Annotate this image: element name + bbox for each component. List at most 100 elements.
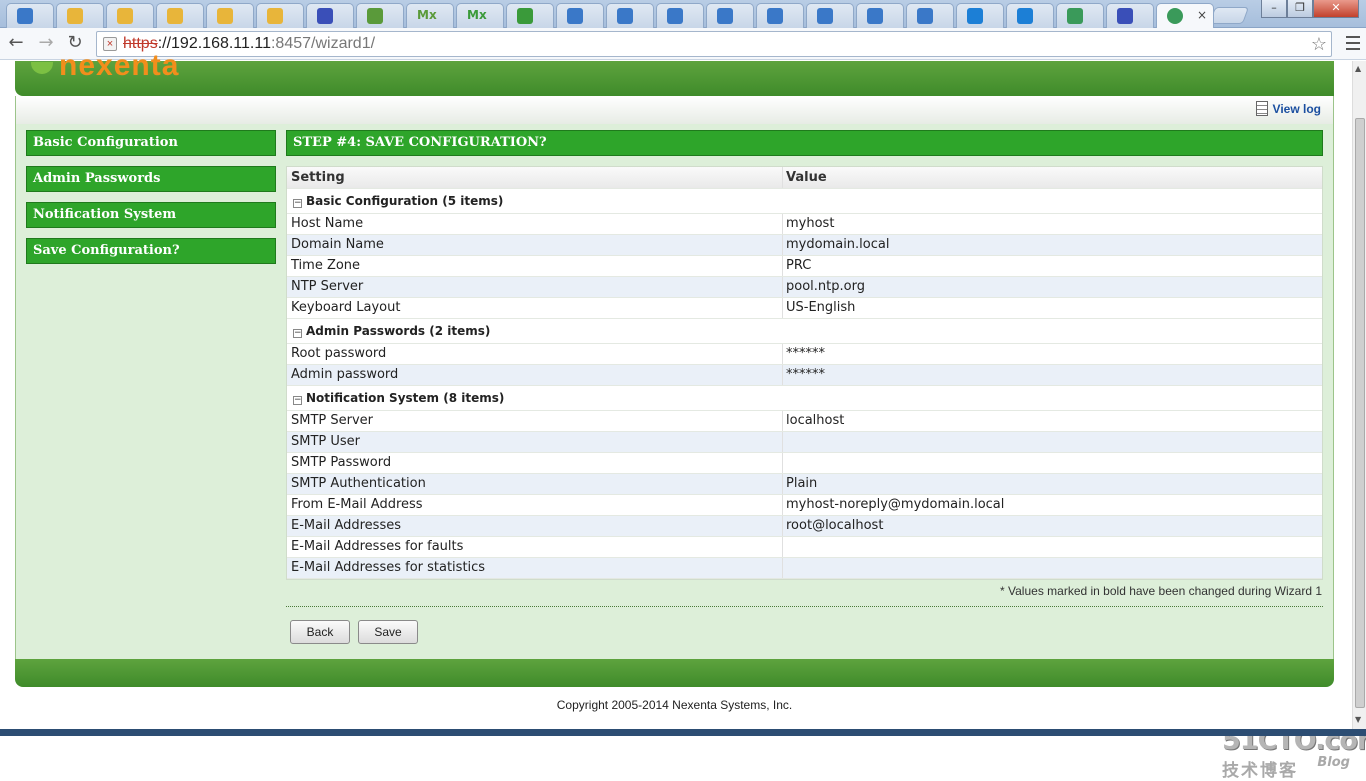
table-row: E-Mail Addresses root@localhost: [287, 516, 1322, 537]
tab-favicon-icon: Mx: [467, 8, 487, 22]
collapse-icon[interactable]: −: [293, 199, 302, 208]
browser-tab[interactable]: Mx: [406, 3, 454, 28]
view-log-label: View log: [1272, 102, 1321, 116]
column-header-setting[interactable]: Setting: [291, 167, 345, 188]
sidebar-item-save-configuration[interactable]: Save Configuration?: [26, 238, 276, 264]
tab-favicon-icon: [1067, 8, 1083, 24]
table-group-row[interactable]: − Notification System (8 items): [287, 386, 1322, 411]
browser-tab[interactable]: [556, 3, 604, 28]
value-cell: root@localhost: [786, 518, 884, 533]
setting-cell: SMTP Server: [291, 413, 374, 428]
browser-tab[interactable]: [606, 3, 654, 28]
minimize-icon[interactable]: –: [1261, 0, 1287, 18]
copyright-text: Copyright 2005-2014 Nexenta Systems, Inc…: [556, 698, 793, 712]
collapse-icon[interactable]: −: [293, 329, 302, 338]
divider: [286, 606, 1323, 607]
browser-tab[interactable]: [256, 3, 304, 28]
browser-tab[interactable]: [1106, 3, 1154, 28]
browser-tab[interactable]: [956, 3, 1004, 28]
browser-tab[interactable]: [656, 3, 704, 28]
page-scrollbar[interactable]: ▲ ▼: [1352, 61, 1366, 729]
table-group-row[interactable]: − Basic Configuration (5 items): [287, 189, 1322, 214]
browser-tab[interactable]: [506, 3, 554, 28]
browser-tab[interactable]: [306, 3, 354, 28]
setting-cell: Keyboard Layout: [291, 300, 401, 315]
browser-tab[interactable]: [906, 3, 954, 28]
value-cell: myhost: [786, 216, 835, 231]
table-row: SMTP Password: [287, 453, 1322, 474]
tab-favicon-icon: [1167, 8, 1183, 24]
tab-favicon-icon: [767, 8, 783, 24]
browser-tab[interactable]: [756, 3, 804, 28]
window-close-icon[interactable]: ✕: [1313, 0, 1359, 18]
address-bar[interactable]: × https://192.168.11.11:8457/wizard1/ ☆: [96, 31, 1332, 57]
tab-favicon-icon: [267, 8, 283, 24]
setting-cell: E-Mail Addresses: [291, 518, 401, 533]
table-row: Root password ******: [287, 344, 1322, 365]
tab-favicon-icon: [667, 8, 683, 24]
new-tab-button[interactable]: [1208, 7, 1250, 24]
tab-favicon-icon: [367, 8, 383, 24]
tab-favicon-icon: [167, 8, 183, 24]
value-cell: myhost-noreply@mydomain.local: [786, 497, 1005, 512]
value-cell: mydomain.local: [786, 237, 890, 252]
browser-menu-icon[interactable]: [1343, 32, 1363, 56]
web-page: nexenta View log Basic Configuration Adm…: [0, 49, 1366, 781]
setting-cell: SMTP Password: [291, 455, 392, 470]
back-button[interactable]: Back: [290, 620, 350, 644]
browser-tab[interactable]: [706, 3, 754, 28]
table-row: E-Mail Addresses for statistics: [287, 558, 1322, 579]
table-row: NTP Server pool.ntp.org: [287, 277, 1322, 298]
back-arrow-icon[interactable]: ←: [4, 32, 28, 56]
browser-tab[interactable]: [1006, 3, 1054, 28]
browser-tab[interactable]: [106, 3, 154, 28]
view-log-link[interactable]: View log: [1255, 101, 1321, 116]
log-document-icon: [1255, 101, 1268, 116]
save-button[interactable]: Save: [358, 620, 418, 644]
setting-cell: Time Zone: [291, 258, 361, 273]
value-cell: pool.ntp.org: [786, 279, 865, 294]
table-header-row: Setting Value: [287, 167, 1322, 189]
tab-favicon-icon: [967, 8, 983, 24]
tab-favicon-icon: [17, 8, 33, 24]
browser-tab[interactable]: [856, 3, 904, 28]
sidebar-item-notification-system[interactable]: Notification System: [26, 202, 276, 228]
setting-cell: Root password: [291, 346, 387, 361]
setting-cell: Domain Name: [291, 237, 384, 252]
browser-tab[interactable]: [1056, 3, 1104, 28]
browser-tab[interactable]: [56, 3, 104, 28]
setting-cell: From E-Mail Address: [291, 497, 423, 512]
scroll-down-icon[interactable]: ▼: [1355, 715, 1361, 724]
setting-cell: E-Mail Addresses for faults: [291, 539, 464, 554]
sidebar-item-basic-configuration[interactable]: Basic Configuration: [26, 130, 276, 156]
watermark-blog: Blog: [1317, 755, 1350, 770]
setting-cell: E-Mail Addresses for statistics: [291, 560, 486, 575]
table-row: Time Zone PRC: [287, 256, 1322, 277]
scroll-up-icon[interactable]: ▲: [1355, 64, 1361, 73]
setting-cell: SMTP User: [291, 434, 361, 449]
table-row: SMTP Authentication Plain: [287, 474, 1322, 495]
column-header-value[interactable]: Value: [786, 167, 827, 188]
browser-tab-active[interactable]: ×: [1156, 3, 1214, 28]
browser-tab[interactable]: [156, 3, 204, 28]
table-row: Admin password ******: [287, 365, 1322, 386]
browser-tab[interactable]: [356, 3, 404, 28]
browser-tab[interactable]: [6, 3, 54, 28]
maximize-icon[interactable]: ❐: [1287, 0, 1313, 18]
tab-close-icon[interactable]: ×: [1197, 8, 1207, 22]
browser-tab[interactable]: Mx: [456, 3, 504, 28]
bookmark-star-icon[interactable]: ☆: [1311, 32, 1327, 56]
collapse-icon[interactable]: −: [293, 396, 302, 405]
scroll-thumb[interactable]: [1355, 118, 1365, 708]
tab-favicon-icon: [517, 8, 533, 24]
group-title: Basic Configuration (5 items): [306, 194, 504, 208]
tab-favicon-icon: [67, 8, 83, 24]
table-row: Domain Name mydomain.local: [287, 235, 1322, 256]
browser-tab[interactable]: [206, 3, 254, 28]
url-path: /wizard1/: [311, 35, 376, 52]
table-group-row[interactable]: − Admin Passwords (2 items): [287, 319, 1322, 344]
url-port: :8457: [270, 35, 312, 52]
browser-tab[interactable]: [806, 3, 854, 28]
sidebar-item-admin-passwords[interactable]: Admin Passwords: [26, 166, 276, 192]
group-title: Notification System (8 items): [306, 391, 505, 405]
